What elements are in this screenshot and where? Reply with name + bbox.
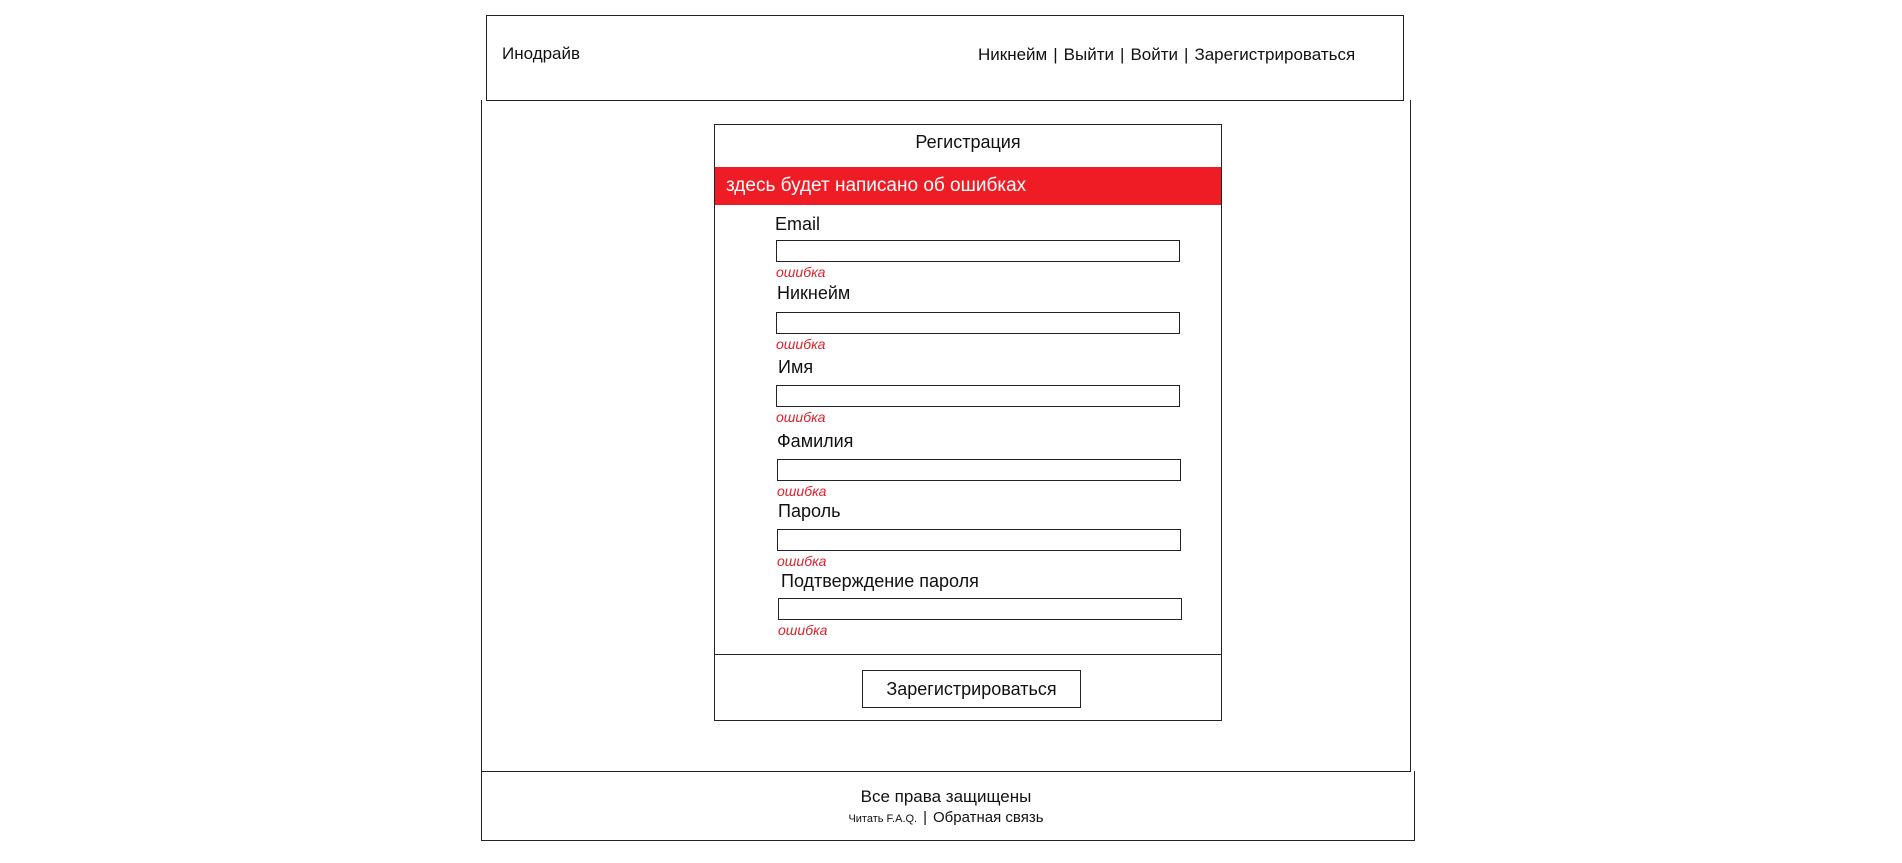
confirm-password-error: ошибка	[778, 622, 828, 638]
nickname-field[interactable]	[776, 312, 1180, 334]
password-field[interactable]	[777, 529, 1181, 551]
faq-link[interactable]: Читать F.A.Q.	[848, 813, 917, 825]
last-name-field[interactable]	[777, 459, 1181, 481]
register-button[interactable]: Зарегистрироваться	[862, 670, 1081, 708]
nav-separator: |	[1053, 45, 1058, 64]
email-error: ошибка	[776, 264, 826, 280]
nav-nickname-link[interactable]: Никнейм	[978, 45, 1047, 64]
first-name-field[interactable]	[776, 385, 1180, 407]
last-name-label: Фамилия	[777, 431, 854, 451]
last-name-error: ошибка	[777, 483, 827, 499]
feedback-link[interactable]: Обратная связь	[933, 809, 1044, 826]
form-title: Регистрация	[915, 132, 1021, 152]
header-nav: Никнейм | Выйти | Войти | Зарегистрироваться	[978, 45, 1355, 65]
nav-logout-link[interactable]: Выйти	[1064, 45, 1114, 64]
footer-separator: |	[923, 809, 928, 826]
password-error: ошибка	[777, 553, 827, 569]
first-name-error: ошибка	[776, 409, 826, 425]
nav-register-link[interactable]: Зарегистрироваться	[1194, 45, 1355, 64]
nickname-error: ошибка	[776, 336, 826, 352]
nav-separator: |	[1120, 45, 1125, 64]
footer-copyright: Все права защищены	[860, 787, 1032, 806]
email-label: Email	[775, 214, 821, 234]
confirm-password-label: Подтверждение пароля	[781, 571, 979, 591]
card-divider	[714, 654, 1222, 655]
nav-login-link[interactable]: Войти	[1130, 45, 1178, 64]
password-label: Пароль	[778, 501, 841, 521]
nickname-label: Никнейм	[777, 283, 851, 303]
email-field[interactable]	[776, 240, 1180, 262]
confirm-password-field[interactable]	[778, 598, 1182, 620]
nav-separator: |	[1184, 45, 1189, 64]
footer-links: Читать F.A.Q. | Обратная связь	[481, 809, 1411, 827]
form-error-banner: здесь будет написано об ошибках	[715, 167, 1221, 205]
first-name-label: Имя	[778, 357, 814, 377]
site-logo[interactable]: Инодрайв	[502, 44, 580, 64]
